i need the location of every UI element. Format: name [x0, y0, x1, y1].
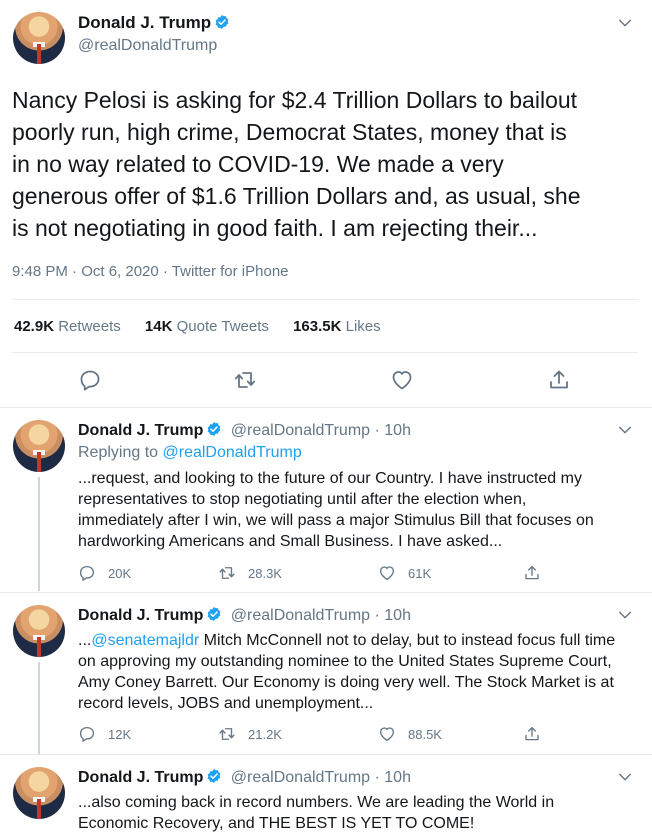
reply-button[interactable]: 12K	[78, 724, 131, 744]
reply-text: ...also coming back in record numbers. W…	[78, 792, 638, 834]
reply-header: Donald J. Trump @realDonaldTrump · 10h	[78, 768, 411, 787]
reply-text-line: on approving my outstanding nominee to t…	[78, 653, 612, 670]
share-icon	[523, 564, 541, 582]
tweet-stats: 42.9K Retweets 14K Quote Tweets 163.5K L…	[14, 318, 401, 335]
chevron-down-icon[interactable]	[616, 14, 634, 32]
quote-tweets-label: Quote Tweets	[176, 318, 269, 335]
likes-count: 163.5K	[293, 318, 342, 335]
like-icon	[378, 564, 396, 582]
tweet-text-line: generous offer of $1.6 Trillion Dollars …	[12, 183, 581, 209]
main-action-bar	[0, 368, 652, 396]
quote-tweets-count: 14K	[144, 318, 173, 335]
reply-icon[interactable]	[78, 368, 102, 392]
replying-to-label: Replying to	[78, 444, 163, 461]
chevron-down-icon[interactable]	[616, 768, 634, 786]
reply-action-bar: 20K 28.3K 61K	[78, 563, 558, 583]
retweets-count: 42.9K	[14, 318, 55, 335]
replying-to-link[interactable]: @realDonaldTrump	[163, 444, 302, 461]
reply-header: Donald J. Trump @realDonaldTrump · 10h	[78, 421, 411, 440]
reply-action-bar: 12K 21.2K 88.5K	[78, 724, 558, 744]
reply-count: 12K	[108, 726, 132, 742]
reply-text-line: ...request, and looking to the future of…	[78, 470, 582, 487]
reply-handle-time[interactable]: @realDonaldTrump · 10h	[231, 607, 411, 624]
replying-to: Replying to @realDonaldTrump	[78, 444, 302, 462]
divider	[12, 352, 638, 353]
author-handle[interactable]: @realDonaldTrump	[78, 37, 217, 55]
thread-reply[interactable]: Donald J. Trump @realDonaldTrump · 10h .…	[0, 755, 652, 839]
retweet-icon[interactable]	[233, 368, 257, 392]
chevron-down-icon[interactable]	[616, 606, 634, 624]
reply-text-line: ...@senatemajldr Mitch McConnell not to …	[78, 630, 638, 651]
reply-text: ...@senatemajldr Mitch McConnell not to …	[78, 630, 638, 714]
reply-avatar[interactable]	[13, 605, 65, 657]
thread-reply[interactable]: Donald J. Trump @realDonaldTrump · 10h .…	[0, 593, 652, 754]
reply-text-line: ...also coming back in record numbers. W…	[78, 794, 555, 811]
reply-button[interactable]: 20K	[78, 563, 131, 583]
retweets-stat[interactable]: 42.9K Retweets	[14, 318, 121, 335]
like-button[interactable]: 88.5K	[378, 724, 442, 744]
reply-text-rest: Mitch McConnell not to delay, but to ins…	[199, 632, 616, 649]
reply-handle-time[interactable]: @realDonaldTrump · 10h	[231, 769, 411, 786]
retweet-button[interactable]: 21.2K	[218, 724, 282, 744]
reply-author-name[interactable]: Donald J. Trump	[78, 422, 203, 439]
chevron-down-icon[interactable]	[616, 421, 634, 439]
reply-text-line: record levels, JOBS and unemployment...	[78, 695, 374, 712]
like-count: 61K	[408, 565, 432, 581]
reply-text: ...request, and looking to the future of…	[78, 468, 638, 552]
reply-text-line: immediately after I win, we will pass a …	[78, 512, 594, 529]
main-tweet: Donald J. Trump @realDonaldTrump Nancy P…	[0, 0, 652, 408]
divider	[12, 299, 638, 300]
retweets-label: Retweets	[58, 318, 121, 335]
quote-tweets-stat[interactable]: 14K Quote Tweets	[145, 318, 269, 335]
like-count: 88.5K	[408, 726, 442, 742]
verified-badge-icon	[206, 606, 222, 622]
tweet-text-line: poorly run, high crime, Democrat States,…	[12, 119, 567, 145]
retweet-icon	[218, 564, 236, 582]
reply-header: Donald J. Trump @realDonaldTrump · 10h	[78, 606, 411, 625]
reply-text-line: Amy Coney Barrett. Our Economy is doing …	[78, 674, 614, 691]
retweet-button[interactable]: 28.3K	[218, 563, 282, 583]
like-icon[interactable]	[390, 368, 414, 392]
thread-line	[38, 477, 40, 591]
retweet-icon	[218, 725, 236, 743]
tweet-text: Nancy Pelosi is asking for $2.4 Trillion…	[12, 84, 644, 244]
author-avatar[interactable]	[13, 12, 65, 64]
share-icon[interactable]	[547, 368, 571, 392]
likes-stat[interactable]: 163.5K Likes	[293, 318, 381, 335]
retweet-count: 28.3K	[248, 565, 282, 581]
verified-badge-icon	[214, 14, 230, 30]
share-button[interactable]	[523, 563, 553, 583]
reply-text-line: representatives to stop negotiating unti…	[78, 491, 527, 508]
retweet-count: 21.2K	[248, 726, 282, 742]
reply-count: 20K	[108, 565, 132, 581]
reply-avatar[interactable]	[13, 767, 65, 819]
reply-text-prefix: ...	[78, 632, 92, 649]
thread-line	[38, 662, 40, 754]
author-name[interactable]: Donald J. Trump	[78, 13, 230, 33]
share-icon	[523, 725, 541, 743]
like-icon	[378, 725, 396, 743]
likes-label: Likes	[345, 318, 381, 335]
verified-badge-icon	[206, 421, 222, 437]
reply-author-name[interactable]: Donald J. Trump	[78, 769, 203, 786]
reply-handle-time[interactable]: @realDonaldTrump · 10h	[231, 422, 411, 439]
author-name-text: Donald J. Trump	[78, 13, 212, 32]
reply-author-name[interactable]: Donald J. Trump	[78, 607, 203, 624]
reply-avatar[interactable]	[13, 420, 65, 472]
tweet-text-line: Nancy Pelosi is asking for $2.4 Trillion…	[12, 87, 578, 113]
reply-icon	[78, 564, 96, 582]
tweet-timestamp-source[interactable]: 9:48 PM · Oct 6, 2020 · Twitter for iPho…	[12, 263, 289, 280]
tweet-text-line: is not negotiating in good faith. I am r…	[12, 215, 538, 241]
mention-link[interactable]: @senatemajldr	[91, 632, 199, 649]
thread-reply[interactable]: Donald J. Trump @realDonaldTrump · 10h R…	[0, 409, 652, 592]
reply-text-line: hardworking Americans and Small Business…	[78, 533, 503, 550]
share-button[interactable]	[523, 724, 553, 744]
reply-icon	[78, 725, 96, 743]
reply-text-line: Economic Recovery, and THE BEST IS YET T…	[78, 815, 475, 832]
tweet-text-line: in no way related to COVID-19. We made a…	[12, 151, 504, 177]
verified-badge-icon	[206, 768, 222, 784]
like-button[interactable]: 61K	[378, 563, 431, 583]
